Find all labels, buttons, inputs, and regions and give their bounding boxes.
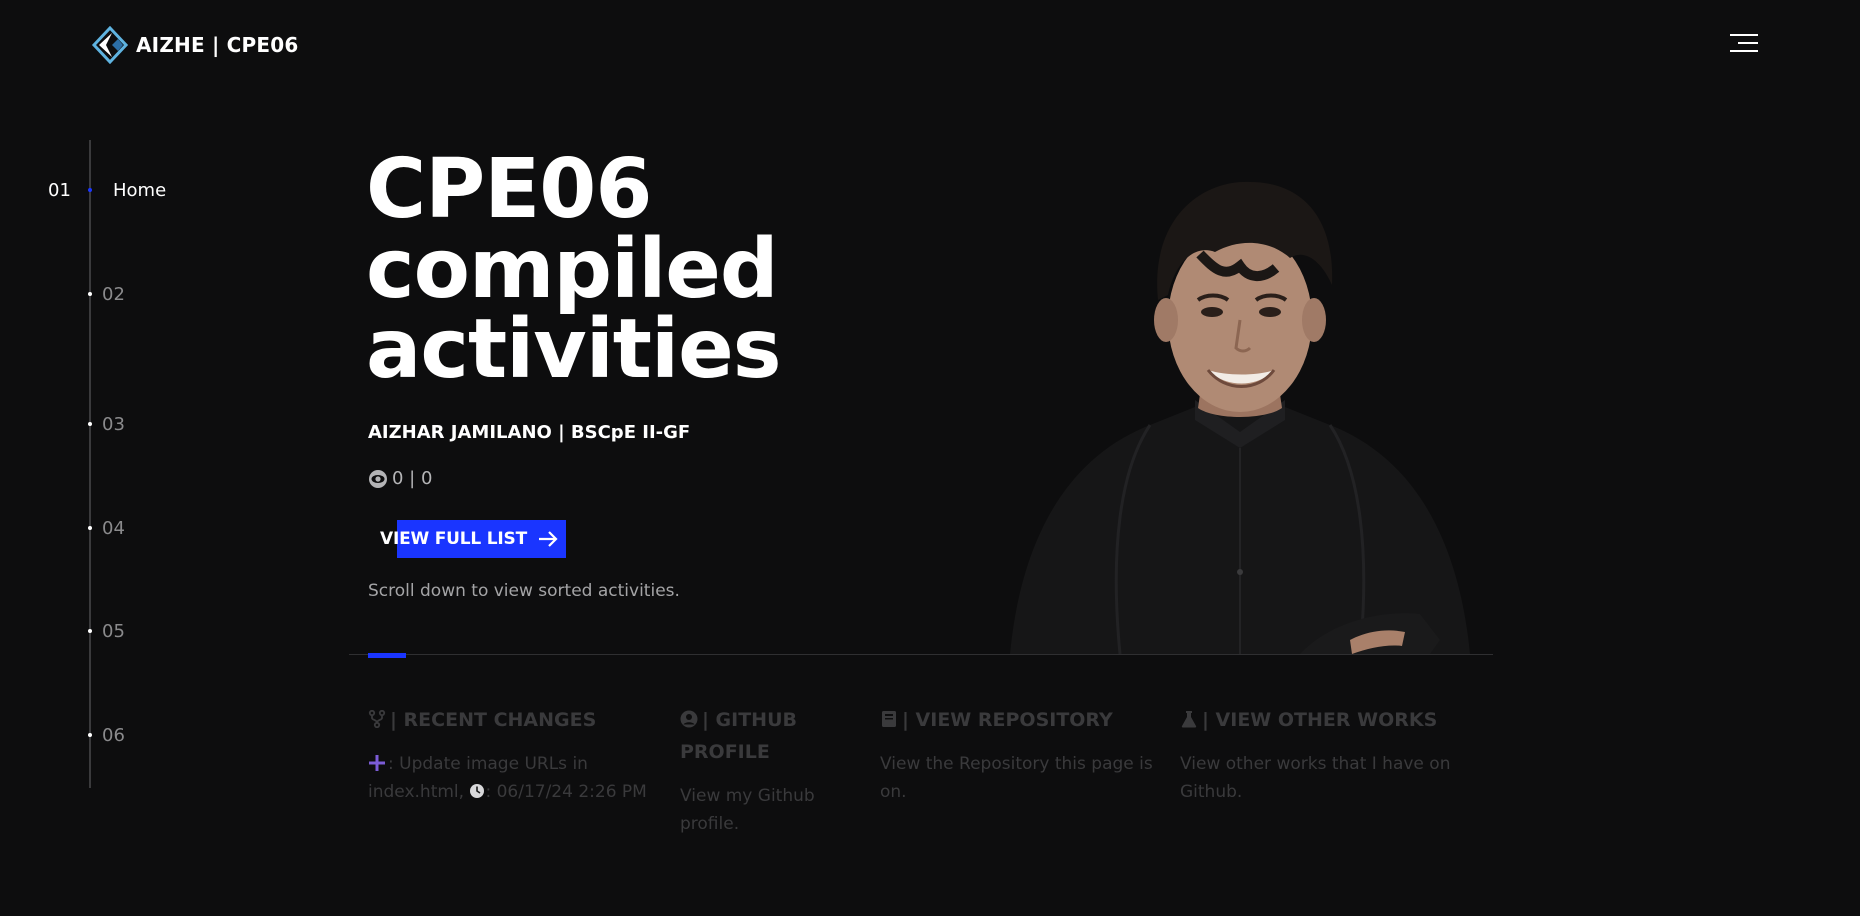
eye-icon bbox=[369, 469, 387, 488]
view-full-list-button[interactable]: VIEW FULL LIST bbox=[380, 520, 566, 558]
hero-title: CPE06 compiled activities bbox=[366, 142, 826, 397]
sidenav-track bbox=[89, 140, 91, 788]
logo-icon bbox=[91, 26, 128, 64]
card-title-text: | VIEW REPOSITORY bbox=[902, 709, 1113, 731]
sidenav-dot bbox=[88, 188, 92, 192]
recent-changes-card: | RECENT CHANGES : Update image URLs in … bbox=[368, 704, 658, 806]
sidenav-dot bbox=[88, 733, 92, 737]
sidenav-dot bbox=[88, 629, 92, 633]
sidenav-dot bbox=[88, 526, 92, 530]
view-counter: 0 | 0 bbox=[368, 468, 432, 489]
view-count-text: 0 | 0 bbox=[392, 468, 433, 489]
scroll-hint: Scroll down to view sorted activities. bbox=[368, 581, 680, 601]
card-body: View other works that I have on Github. bbox=[1180, 754, 1451, 802]
view-other-works-card[interactable]: | VIEW OTHER WORKS View other works that… bbox=[1180, 704, 1470, 806]
sidenav-dot bbox=[88, 422, 92, 426]
button-label: VIEW FULL LIST bbox=[380, 529, 527, 549]
github-profile-card[interactable]: | GITHUB PROFILE View my Github profile. bbox=[680, 704, 860, 838]
arrow-right-icon bbox=[538, 531, 558, 547]
sidenav-item-number: 02 bbox=[102, 283, 125, 305]
sidenav-item-label: Home bbox=[113, 179, 167, 201]
git-fork-icon bbox=[368, 710, 386, 728]
section-divider bbox=[349, 654, 1493, 655]
hero-subtitle: AIZHAR JAMILANO | BSCpE II-GF bbox=[368, 422, 691, 443]
hero-title-line: compiled bbox=[366, 222, 779, 317]
change-timestamp: : 06/17/24 2:26 PM bbox=[485, 782, 647, 802]
card-title: | VIEW OTHER WORKS bbox=[1180, 704, 1470, 736]
sidenav-dot bbox=[88, 292, 92, 296]
divider-accent bbox=[368, 653, 406, 658]
card-title-text: | VIEW OTHER WORKS bbox=[1202, 709, 1438, 731]
book-icon bbox=[882, 711, 896, 727]
card-title-text: | RECENT CHANGES bbox=[390, 709, 597, 731]
card-body: View the Repository this page is on. bbox=[880, 754, 1153, 802]
clock-icon bbox=[470, 784, 485, 798]
card-body: View my Github profile. bbox=[680, 786, 815, 834]
sidenav-item-number: 06 bbox=[102, 724, 125, 746]
sidenav-item-number: 01 bbox=[48, 179, 71, 201]
sidenav-item-number: 05 bbox=[102, 620, 125, 642]
card-title: | GITHUB PROFILE bbox=[680, 704, 860, 768]
sidenav-item-number: 03 bbox=[102, 413, 125, 435]
user-circle-icon bbox=[680, 710, 698, 728]
card-body: : Update image URLs in index.html, : 06/… bbox=[368, 750, 658, 806]
plus-icon bbox=[369, 755, 385, 771]
card-title: | VIEW REPOSITORY bbox=[880, 704, 1170, 736]
hamburger-menu-icon[interactable] bbox=[1722, 30, 1758, 56]
view-repository-card[interactable]: | VIEW REPOSITORY View the Repository th… bbox=[880, 704, 1170, 806]
brand-link[interactable]: AIZHE | CPE06 bbox=[88, 26, 298, 64]
flask-icon bbox=[1181, 711, 1197, 728]
hero-title-line: activities bbox=[366, 302, 782, 397]
hero-title-line: CPE06 bbox=[366, 142, 652, 237]
sidenav-item-number: 04 bbox=[102, 517, 125, 539]
card-title: | RECENT CHANGES bbox=[368, 704, 658, 736]
profile-photo bbox=[1010, 181, 1470, 654]
brand-title: AIZHE | CPE06 bbox=[136, 33, 299, 57]
